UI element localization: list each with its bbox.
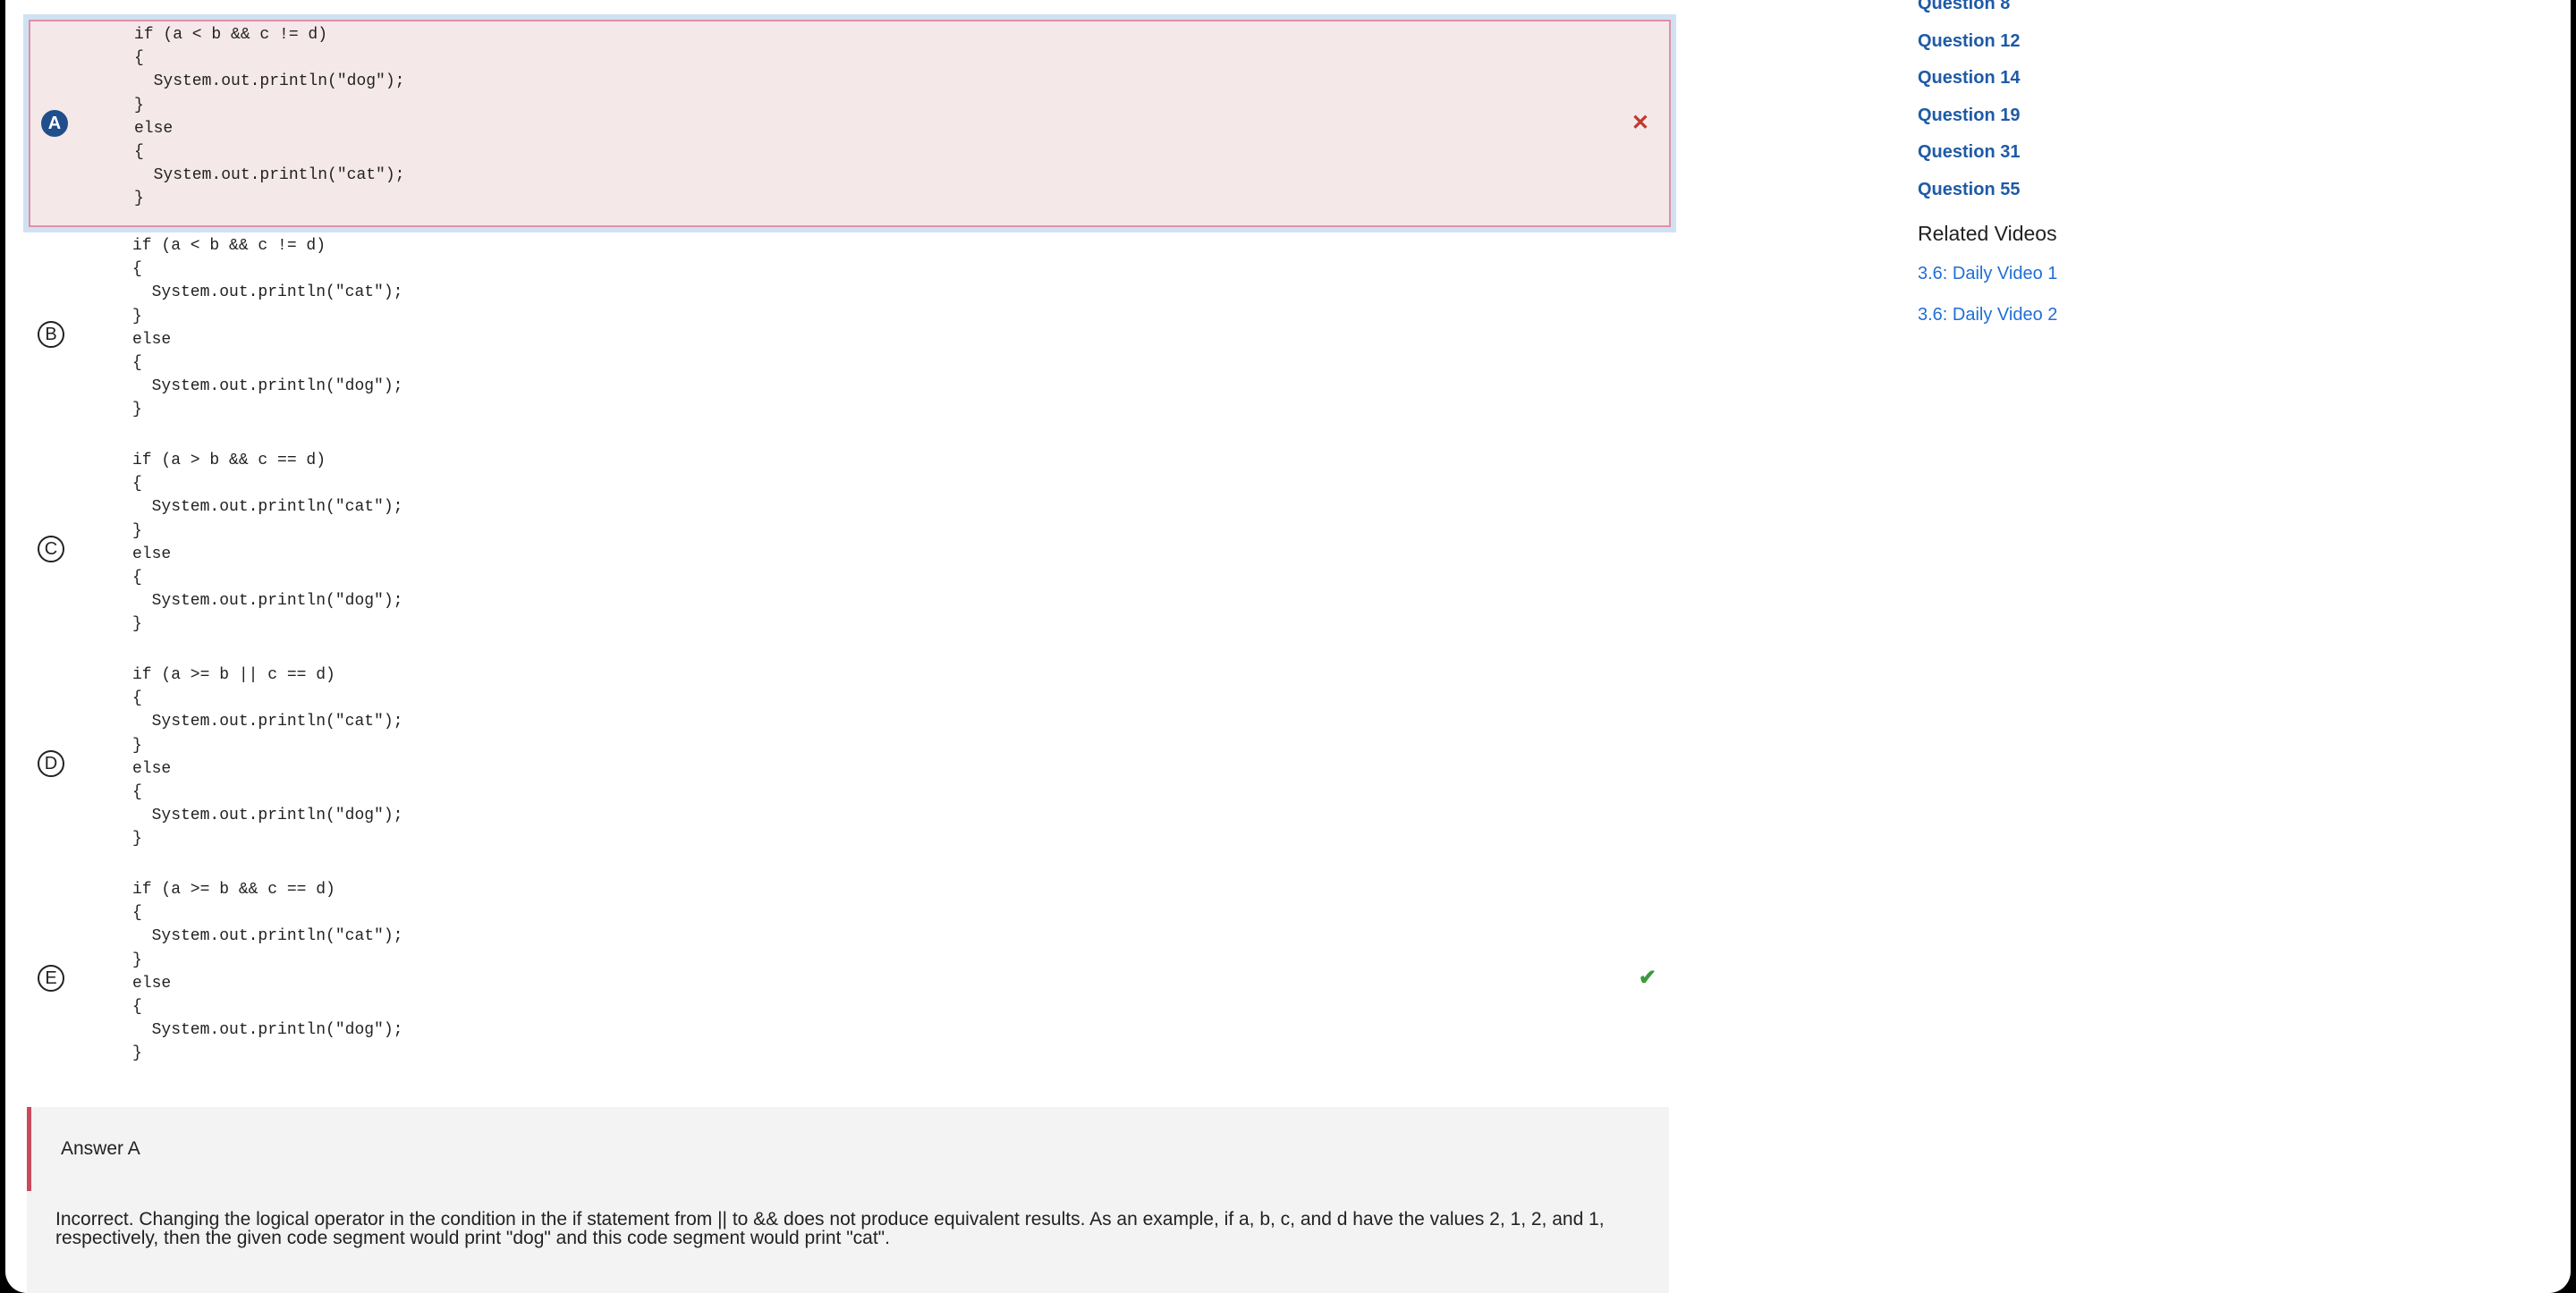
related-videos-title: Related Videos [1918,222,2057,245]
question-link-12[interactable]: Question 12 [1918,23,2454,61]
check-icon: ✔ [1638,966,1657,990]
question-link-8[interactable]: Question 8 [1918,0,2454,23]
option-letter-b: B [38,321,64,348]
page: A if (a < b && c != d) { System.out.prin… [5,0,2571,1293]
explanation-text: Incorrect. Changing the logical operator… [55,1209,1605,1248]
option-letter-d: D [38,750,64,777]
option-e[interactable]: E if (a >= b && c == d) { System.out.pri… [23,871,1676,1086]
option-letter-e: E [38,965,64,992]
option-letter-c: C [38,536,64,562]
answer-explanation: Answer A Incorrect. Changing the logical… [27,1107,1669,1293]
option-c[interactable]: C if (a > b && c == d) { System.out.prin… [23,442,1676,656]
option-a[interactable]: A if (a < b && c != d) { System.out.prin… [23,14,1676,232]
question-link-14[interactable]: Question 14 [1918,60,2454,97]
sidebar: Question 8 Question 12 Question 14 Quest… [1918,0,2454,334]
question-link-19[interactable]: Question 19 [1918,97,2454,135]
option-d[interactable]: D if (a >= b || c == d) { System.out.pri… [23,656,1676,871]
video-link-1[interactable]: 3.6: Daily Video 1 [1918,255,2454,292]
answer-heading-bar: Answer A [27,1107,1669,1191]
question-link-55[interactable]: Question 55 [1918,172,2454,209]
video-link-2[interactable]: 3.6: Daily Video 2 [1918,296,2454,334]
option-code: if (a < b && c != d) { System.out.printl… [134,26,405,208]
option-code: if (a > b && c == d) { System.out.printl… [132,452,403,634]
option-code: if (a >= b && c == d) { System.out.print… [132,881,403,1063]
option-letter-a: A [41,110,68,137]
question-link-31[interactable]: Question 31 [1918,134,2454,172]
option-b[interactable]: B if (a < b && c != d) { System.out.prin… [23,227,1676,442]
x-icon: ✕ [1631,111,1649,135]
option-code: if (a < b && c != d) { System.out.printl… [132,237,403,419]
option-code: if (a >= b || c == d) { System.out.print… [132,666,403,849]
answer-options: A if (a < b && c != d) { System.out.prin… [23,0,1676,1086]
answer-heading: Answer A [61,1138,140,1159]
